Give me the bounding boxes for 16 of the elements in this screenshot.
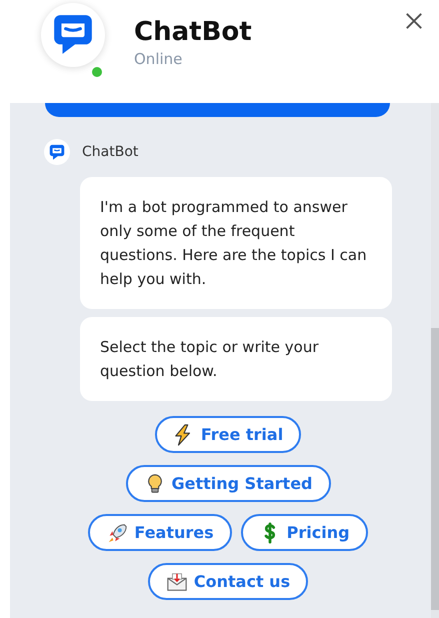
sender-name: ChatBot xyxy=(82,144,138,160)
cut-off-button[interactable] xyxy=(45,103,390,117)
message-bubble: I'm a bot programmed to answer only some of the frequent questions. Here are the topics I can help you with. xyxy=(80,177,392,309)
scrollbar[interactable] xyxy=(431,103,439,618)
topic-button[interactable]: Free trial xyxy=(154,416,302,453)
topic-button[interactable]: Pricing xyxy=(240,514,368,551)
topic-button[interactable]: Getting Started xyxy=(126,465,330,502)
close-icon[interactable] xyxy=(405,12,423,30)
envelope-icon xyxy=(166,570,188,592)
topic-button[interactable]: Contact us xyxy=(148,563,308,600)
message-bubble: Select the topic or write your question below. xyxy=(80,317,392,401)
rocket-icon xyxy=(106,522,128,544)
topic-button[interactable]: Features xyxy=(88,514,232,551)
status-text: Online xyxy=(134,50,184,68)
bot-name: ChatBot xyxy=(134,16,252,48)
bot-avatar-icon xyxy=(44,139,70,165)
